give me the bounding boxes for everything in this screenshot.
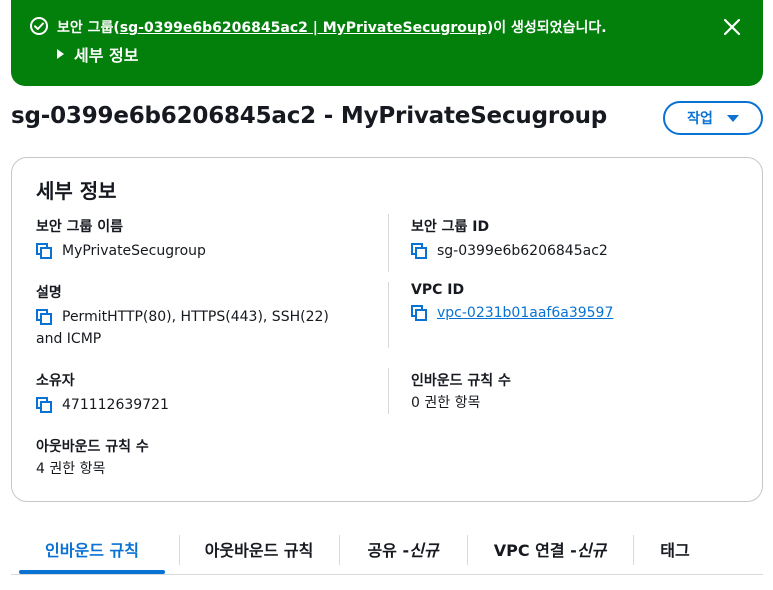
banner-details-toggle[interactable]: 세부 정보 xyxy=(57,42,138,66)
banner-message-suffix: )이 생성되었습니다. xyxy=(486,20,607,36)
outbound-rules-count-value: 4 권한 항목 xyxy=(36,461,106,477)
security-group-name-field: 보안 그룹 이름 MyPrivateSecugroup xyxy=(36,216,206,262)
owner-value-row: 471112639721 xyxy=(36,394,169,416)
description-label: 설명 xyxy=(36,285,62,301)
tab-vpc-associations-label: VPC 연결 - xyxy=(493,541,577,560)
success-banner: 보안 그룹(sg-0399e6b6206845ac2 | MyPrivateSe… xyxy=(11,0,763,86)
tab-vpc-associations[interactable]: VPC 연결 - 신규 xyxy=(467,524,633,574)
outbound-rules-count-label: 아웃바운드 규칙 수 xyxy=(36,439,149,455)
description-value-line1: PermitHTTP(80), HTTPS(443), SSH(22) xyxy=(62,309,329,325)
vpc-id-link[interactable]: vpc-0231b01aaf6a39597 xyxy=(437,302,613,324)
vpc-id-value-row: vpc-0231b01aaf6a39597 xyxy=(411,302,613,324)
tab-outbound-rules[interactable]: 아웃바운드 규칙 xyxy=(179,524,339,574)
copy-icon[interactable] xyxy=(411,305,427,321)
details-panel-title: 세부 정보 xyxy=(36,179,117,203)
column-divider xyxy=(388,282,389,348)
inbound-rules-count-field: 인바운드 규칙 수 0 권한 항목 xyxy=(411,370,511,414)
inbound-rules-count-value: 0 권한 항목 xyxy=(411,395,481,411)
actions-button-label: 작업 xyxy=(687,111,713,127)
tab-inbound-rules-label: 인바운드 규칙 xyxy=(45,541,139,560)
tab-sharing[interactable]: 공유 - 신규 xyxy=(339,524,467,574)
tab-sharing-label: 공유 - xyxy=(367,541,410,560)
inbound-rules-count-label: 인바운드 규칙 수 xyxy=(411,373,511,389)
security-group-id-label: 보안 그룹 ID xyxy=(411,219,490,235)
owner-field: 소유자 471112639721 xyxy=(36,370,169,416)
security-group-name-label: 보안 그룹 이름 xyxy=(36,219,124,235)
security-group-name-value-row: MyPrivateSecugroup xyxy=(36,240,206,262)
security-group-id-value: sg-0399e6b6206845ac2 xyxy=(437,243,608,259)
description-field: 설명 PermitHTTP(80), HTTPS(443), SSH(22) a… xyxy=(36,282,376,350)
vpc-id-label: VPC ID xyxy=(411,282,465,298)
security-group-id-field: 보안 그룹 ID sg-0399e6b6206845ac2 xyxy=(411,216,608,262)
close-icon[interactable] xyxy=(723,18,741,36)
banner-details-label: 세부 정보 xyxy=(74,46,139,65)
security-group-link[interactable]: sg-0399e6b6206845ac2 | MyPrivateSecugrou… xyxy=(120,20,487,36)
column-divider xyxy=(388,214,389,272)
tab-bar: 인바운드 규칙 아웃바운드 규칙 공유 - 신규 VPC 연결 - 신규 태그 xyxy=(11,524,763,575)
banner-message-prefix: 보안 그룹( xyxy=(57,20,120,36)
copy-icon[interactable] xyxy=(36,243,52,259)
actions-button[interactable]: 작업 xyxy=(663,101,763,135)
owner-value: 471112639721 xyxy=(62,397,169,413)
security-group-id-value-row: sg-0399e6b6206845ac2 xyxy=(411,240,608,262)
description-value-line2: and ICMP xyxy=(36,331,102,347)
tab-vpc-associations-new: 신규 xyxy=(576,541,607,560)
check-circle-icon xyxy=(30,17,48,35)
tab-tags[interactable]: 태그 xyxy=(633,524,717,574)
vpc-id-field: VPC ID vpc-0231b01aaf6a39597 xyxy=(411,282,613,324)
description-value-row: PermitHTTP(80), HTTPS(443), SSH(22) xyxy=(36,306,376,328)
page-title: sg-0399e6b6206845ac2 - MyPrivateSecugrou… xyxy=(11,103,608,129)
tab-sharing-new: 신규 xyxy=(409,541,439,560)
banner-message: 보안 그룹(sg-0399e6b6206845ac2 | MyPrivateSe… xyxy=(57,17,607,37)
caret-right-icon xyxy=(57,49,64,59)
security-group-name-value: MyPrivateSecugroup xyxy=(62,243,206,259)
tab-outbound-rules-label: 아웃바운드 규칙 xyxy=(204,541,314,560)
tab-tags-label: 태그 xyxy=(660,541,690,560)
column-divider xyxy=(388,368,389,414)
caret-down-icon xyxy=(726,114,739,122)
copy-icon[interactable] xyxy=(36,397,52,413)
copy-icon[interactable] xyxy=(36,309,52,325)
details-panel: 세부 정보 보안 그룹 이름 MyPrivateSecugroup 보안 그룹 … xyxy=(11,157,763,502)
tab-inbound-rules[interactable]: 인바운드 규칙 xyxy=(19,524,165,574)
outbound-rules-count-field: 아웃바운드 규칙 수 4 권한 항목 xyxy=(36,436,149,480)
copy-icon[interactable] xyxy=(411,243,427,259)
owner-label: 소유자 xyxy=(36,373,75,389)
